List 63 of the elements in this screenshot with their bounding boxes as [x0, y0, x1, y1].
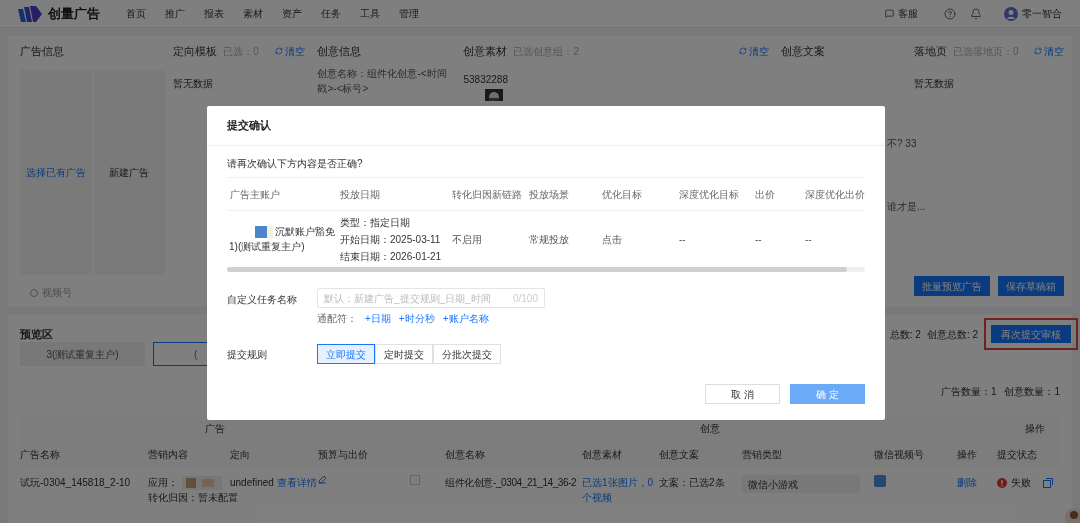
empty-text: 暂无数据 [173, 77, 215, 91]
table-cell-text: 试玩-0304_145818_2-10 [20, 476, 132, 490]
table-cell-text: 文案：已选2条 [659, 476, 726, 490]
total-count: 总数: 2 [889, 327, 921, 342]
table-cell-text: -- [678, 232, 687, 247]
table-cell-text: 不启用 [451, 232, 483, 247]
empty-text: 暂无数据 [914, 77, 955, 91]
field-label: 提交规则 [227, 347, 268, 362]
column-header: 广告名称 [20, 447, 61, 462]
column-header: 操作 [957, 447, 978, 462]
table-cell-text: -- [804, 232, 813, 247]
group-header: 创意 [699, 421, 721, 436]
column-header: 提交状态 [997, 447, 1038, 462]
column-header: 营销内容 [148, 447, 189, 462]
column-header: 广告主账户 [229, 187, 281, 202]
copy-snippet: 不? 33 [887, 137, 917, 151]
panel-title: 落地页 [914, 43, 947, 59]
total-count: 创意总数: 2 [926, 327, 978, 342]
group-header: 广告 [204, 421, 226, 436]
count-label: 创意数量：1 [1004, 385, 1060, 399]
table-cell-text: -- [754, 232, 763, 247]
panel-title: 定向模板 [173, 43, 218, 59]
column-header: 创意文案 [659, 447, 700, 462]
column-header: 微信视频号 [874, 447, 925, 462]
panel-title: 创意文案 [781, 43, 825, 59]
column-header: 定向 [230, 447, 251, 462]
panel-title: 广告信息 [20, 43, 64, 59]
asset-id: 53832288 [463, 73, 509, 87]
field-label: 自定义任务名称 [227, 293, 298, 307]
column-header: 预算与出价 [318, 447, 369, 462]
table-cell-text: 1)(测试重复主户) [228, 240, 306, 254]
count-label: 广告数量：1 [940, 385, 997, 399]
column-header: 创意素材 [582, 447, 623, 462]
creative-info-line: 创意名称：组件化创意-<时间戳>-<标号> [317, 67, 448, 96]
date-line: 结束日期：2026-01-21 [340, 249, 443, 264]
column-header: 投放场景 [528, 187, 570, 202]
column-header: 深度优化目标 [678, 187, 740, 202]
wildcard-label: 通配符： [317, 312, 357, 326]
panel-title: 创意信息 [317, 43, 362, 59]
panel-title: 创意素材 [463, 43, 508, 59]
preview-title: 预览区 [20, 326, 53, 342]
column-header: 转化归因新链路 [451, 187, 523, 202]
table-cell-text: 常规投放 [528, 232, 570, 247]
table-cell-text: 沉默账户豁免 [275, 225, 335, 239]
date-line: 开始日期：2025-03-11 [340, 232, 442, 247]
column-header: 深度优化出价 [804, 187, 865, 202]
status-text: 失败 [1011, 476, 1031, 490]
table-cell-text: 点击 [601, 232, 623, 247]
brand-name: 创量广告 [48, 4, 100, 23]
table-cell-text: 组件化创意-_0304_21_14_36-2 [445, 476, 577, 490]
column-header: 创意名称 [445, 447, 486, 462]
copy-snippet: 谁才是... [887, 200, 926, 214]
group-header: 操作 [1024, 421, 1046, 436]
column-header: 出价 [754, 187, 776, 202]
table-cell-text: 应用： [148, 476, 178, 490]
table-cell: undefined [230, 477, 274, 488]
column-header: 投放日期 [339, 187, 381, 202]
date-line: 类型：指定日期 [340, 215, 411, 230]
table-cell-text: 转化归因：暂未配置 [148, 491, 238, 505]
column-header: 优化目标 [601, 187, 643, 202]
dialog-title: 提交确认 [227, 118, 271, 134]
dialog-prompt: 请再次确认下方内容是否正确? [227, 157, 364, 171]
column-header: 营销类型 [742, 447, 783, 462]
